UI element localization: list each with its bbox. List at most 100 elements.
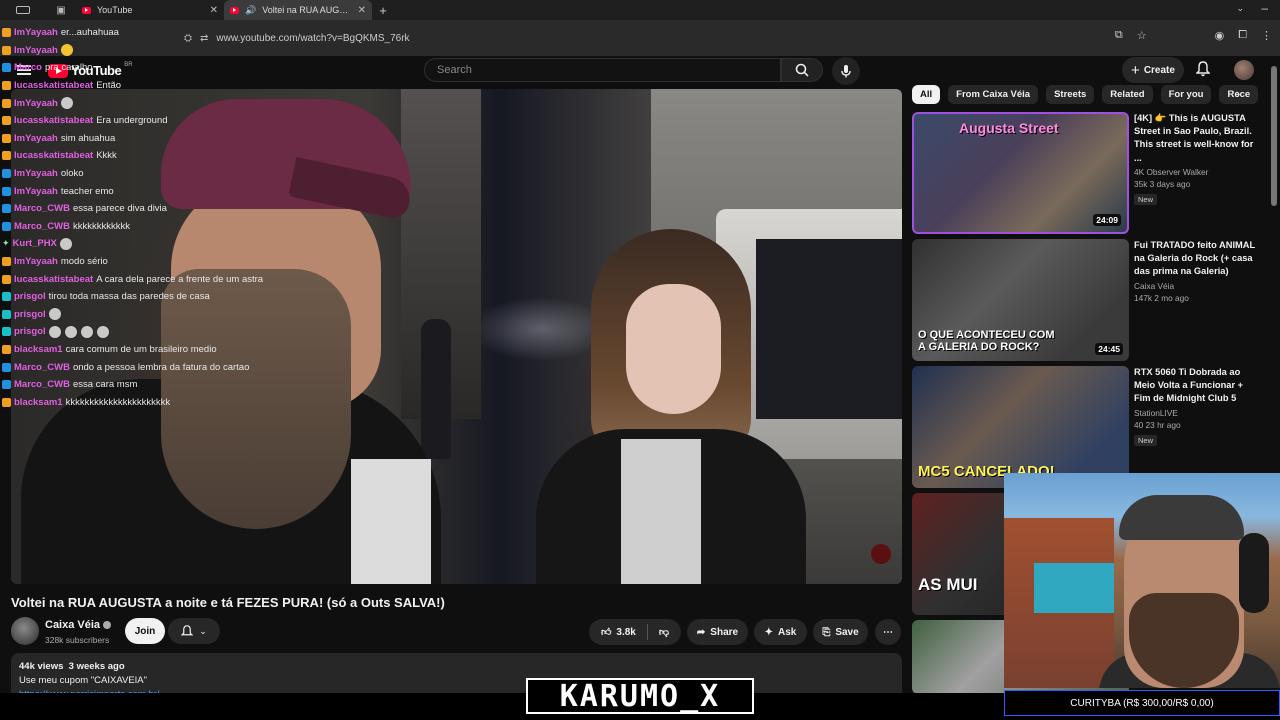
recommendation-item[interactable]: Augusta Street 24:09 [4K] 👉 This is AUGU… — [912, 112, 1257, 234]
save-button[interactable]: ⎘ Save — [813, 619, 868, 645]
recommendation-channel[interactable]: Caixa Véia — [1134, 281, 1259, 291]
chat-badge-icon — [2, 63, 11, 73]
profile-icon[interactable]: ◉ — [1215, 29, 1225, 42]
chat-message: Marco_CWB kkkkkkkkkkkk — [0, 218, 320, 236]
chat-text: cara comum de um brasileiro medio — [65, 343, 217, 355]
chat-username: blacksam1 — [14, 396, 63, 408]
join-button[interactable]: Join — [125, 618, 165, 644]
chat-username: blacksam1 — [14, 343, 63, 355]
extensions-icon[interactable]: ⧠ — [1238, 29, 1247, 42]
chevron-right-icon[interactable]: › — [1236, 86, 1240, 101]
browser-menu-icon[interactable]: ⋮ — [1261, 29, 1272, 42]
chip-streets[interactable]: Streets — [1046, 84, 1095, 104]
chip-related[interactable]: Related — [1102, 84, 1153, 104]
thumbnail-text: O QUE ACONTECEU COM A GALERIA DO ROCK? — [918, 328, 1055, 353]
chat-text: tirou toda massa das paredes de casa — [48, 291, 210, 303]
chat-username: Marco_CWB — [14, 361, 70, 373]
subscription-bell-button[interactable]: ⌄ — [168, 618, 220, 644]
skull-emote-icon — [80, 325, 93, 338]
chat-username: ImYayaah — [14, 256, 58, 268]
recommendation-channel[interactable]: 4K Observer Walker — [1134, 167, 1259, 177]
tab-search-icon[interactable]: ▣ — [46, 5, 76, 16]
chat-text: ondo a pessoa lembra da fatura do cartao — [72, 361, 250, 373]
recommendation-info: Fui TRATADO feito ANIMAL na Galeria do R… — [1134, 239, 1259, 303]
chat-message: prisgol tirou toda massa das paredes de c… — [0, 288, 320, 306]
tab-list-chevron-icon[interactable]: ⌄ — [1236, 3, 1244, 14]
new-tab-button[interactable]: + — [372, 3, 394, 18]
recommendation-meta: 40 23 hr ago — [1134, 419, 1181, 430]
channel-avatar[interactable] — [11, 617, 39, 645]
bookmark-star-icon[interactable]: ☆ — [1137, 29, 1147, 42]
tab-video[interactable]: 🔊 Voltei na RUA AUGUSTA a noite e tá FEZ… — [224, 0, 372, 20]
close-tab-icon[interactable]: ✕ — [358, 5, 366, 16]
recommendation-thumbnail[interactable]: Augusta Street 24:09 — [912, 112, 1129, 234]
chat-username: Marco_CWB — [14, 220, 70, 232]
skull-emote-icon — [48, 325, 61, 338]
chat-text: modo sério — [60, 256, 108, 268]
recommendation-title[interactable]: [4K] 👉 This is AUGUSTA Street in Sao Pau… — [1134, 112, 1259, 165]
channel-name[interactable]: Caixa Véia — [45, 619, 100, 631]
recommendation-item[interactable]: O QUE ACONTECEU COM A GALERIA DO ROCK? 2… — [912, 239, 1257, 361]
chip-from-channel[interactable]: From Caixa Véia — [948, 84, 1039, 104]
chat-badge-icon — [2, 362, 11, 372]
recommendation-title[interactable]: Fui TRATADO feito ANIMAL na Galeria do R… — [1134, 239, 1259, 279]
chat-message: ✦ Kurt_PHX — [0, 235, 320, 253]
notifications-button[interactable] — [1195, 61, 1211, 82]
chat-badge-icon — [2, 327, 11, 337]
bell-icon — [1195, 61, 1211, 77]
view-stats: 44k views 3 weeks ago — [19, 661, 894, 672]
channel-name-row[interactable]: Caixa Véia — [45, 619, 112, 631]
minimize-window-icon[interactable]: – — [1261, 1, 1268, 15]
chat-message: Marco_CWB essa parece diva divia — [0, 200, 320, 218]
install-app-icon[interactable]: ⧉ — [1115, 29, 1123, 42]
create-button[interactable]: + Create — [1122, 57, 1184, 83]
chat-badge-icon — [2, 151, 11, 161]
duration-badge: 24:09 — [1093, 214, 1121, 226]
recommendation-thumbnail[interactable]: O QUE ACONTECEU COM A GALERIA DO ROCK? 2… — [912, 239, 1129, 361]
like-count[interactable]: 3.8k — [616, 627, 635, 638]
chat-username: prisgol — [14, 326, 46, 338]
like-dislike-group: 👍︎ 3.8k 👎︎ — [589, 619, 681, 645]
chat-username: lucasskatistabeat — [14, 273, 94, 285]
search-icon — [795, 63, 809, 77]
chip-for-you[interactable]: For you — [1160, 84, 1212, 104]
page-scrollbar[interactable] — [1270, 56, 1278, 216]
voice-search-button[interactable] — [832, 57, 860, 85]
ask-label: Ask — [778, 626, 797, 638]
chip-all[interactable]: All — [912, 84, 941, 104]
scrollbar-thumb[interactable] — [1271, 66, 1277, 206]
chat-message: lucasskatistabeat Então — [0, 77, 320, 95]
ask-button[interactable]: ✦ Ask — [754, 619, 807, 645]
laughing-emote-icon — [60, 44, 73, 57]
recommendation-thumbnail[interactable]: MC5 CANCELADO! — [912, 366, 1129, 488]
new-badge: New — [1134, 434, 1158, 446]
chevron-down-icon: ⌄ — [199, 625, 207, 636]
recommendation-title[interactable]: RTX 5060 Ti Dobrada ao Meio Volta a Func… — [1134, 366, 1259, 406]
speaker-icon[interactable]: 🔊 — [245, 5, 256, 16]
chat-text: er...auhahuaa — [60, 27, 119, 39]
search-input[interactable]: Search — [424, 58, 781, 82]
chat-text: oloko — [60, 168, 84, 180]
tab-youtube[interactable]: YouTube ✕ — [76, 0, 224, 20]
chat-username: lucasskatistabeat — [14, 80, 94, 92]
dislike-button[interactable]: 👎︎ — [659, 626, 669, 638]
create-label: Create — [1143, 64, 1175, 76]
recommendation-channel[interactable]: StationLIVE — [1134, 408, 1259, 418]
woman-face — [626, 284, 721, 414]
close-tab-icon[interactable]: ✕ — [210, 5, 218, 16]
city-label: CURITYBA (R$ 300,00/R$ 0,00) — [1004, 690, 1280, 716]
search-button[interactable] — [781, 58, 823, 82]
more-actions-button[interactable]: ⋯ — [875, 619, 901, 645]
chat-badge-icon — [2, 292, 11, 302]
skull-emote-icon — [59, 237, 72, 250]
window-menu-icon[interactable] — [0, 0, 46, 20]
recommendation-item[interactable]: MC5 CANCELADO! RTX 5060 Ti Dobrada ao Me… — [912, 366, 1257, 488]
youtube-favicon-icon — [82, 6, 91, 14]
tab-title: YouTube — [97, 5, 133, 15]
subscriber-count: 328k subscribers — [45, 635, 110, 645]
share-button[interactable]: ➦ Share — [687, 619, 748, 645]
chat-username: Marco — [14, 62, 42, 74]
like-button[interactable]: 👍︎ — [601, 626, 611, 638]
chat-badge-icon — [2, 81, 11, 91]
account-avatar[interactable] — [1234, 60, 1254, 80]
